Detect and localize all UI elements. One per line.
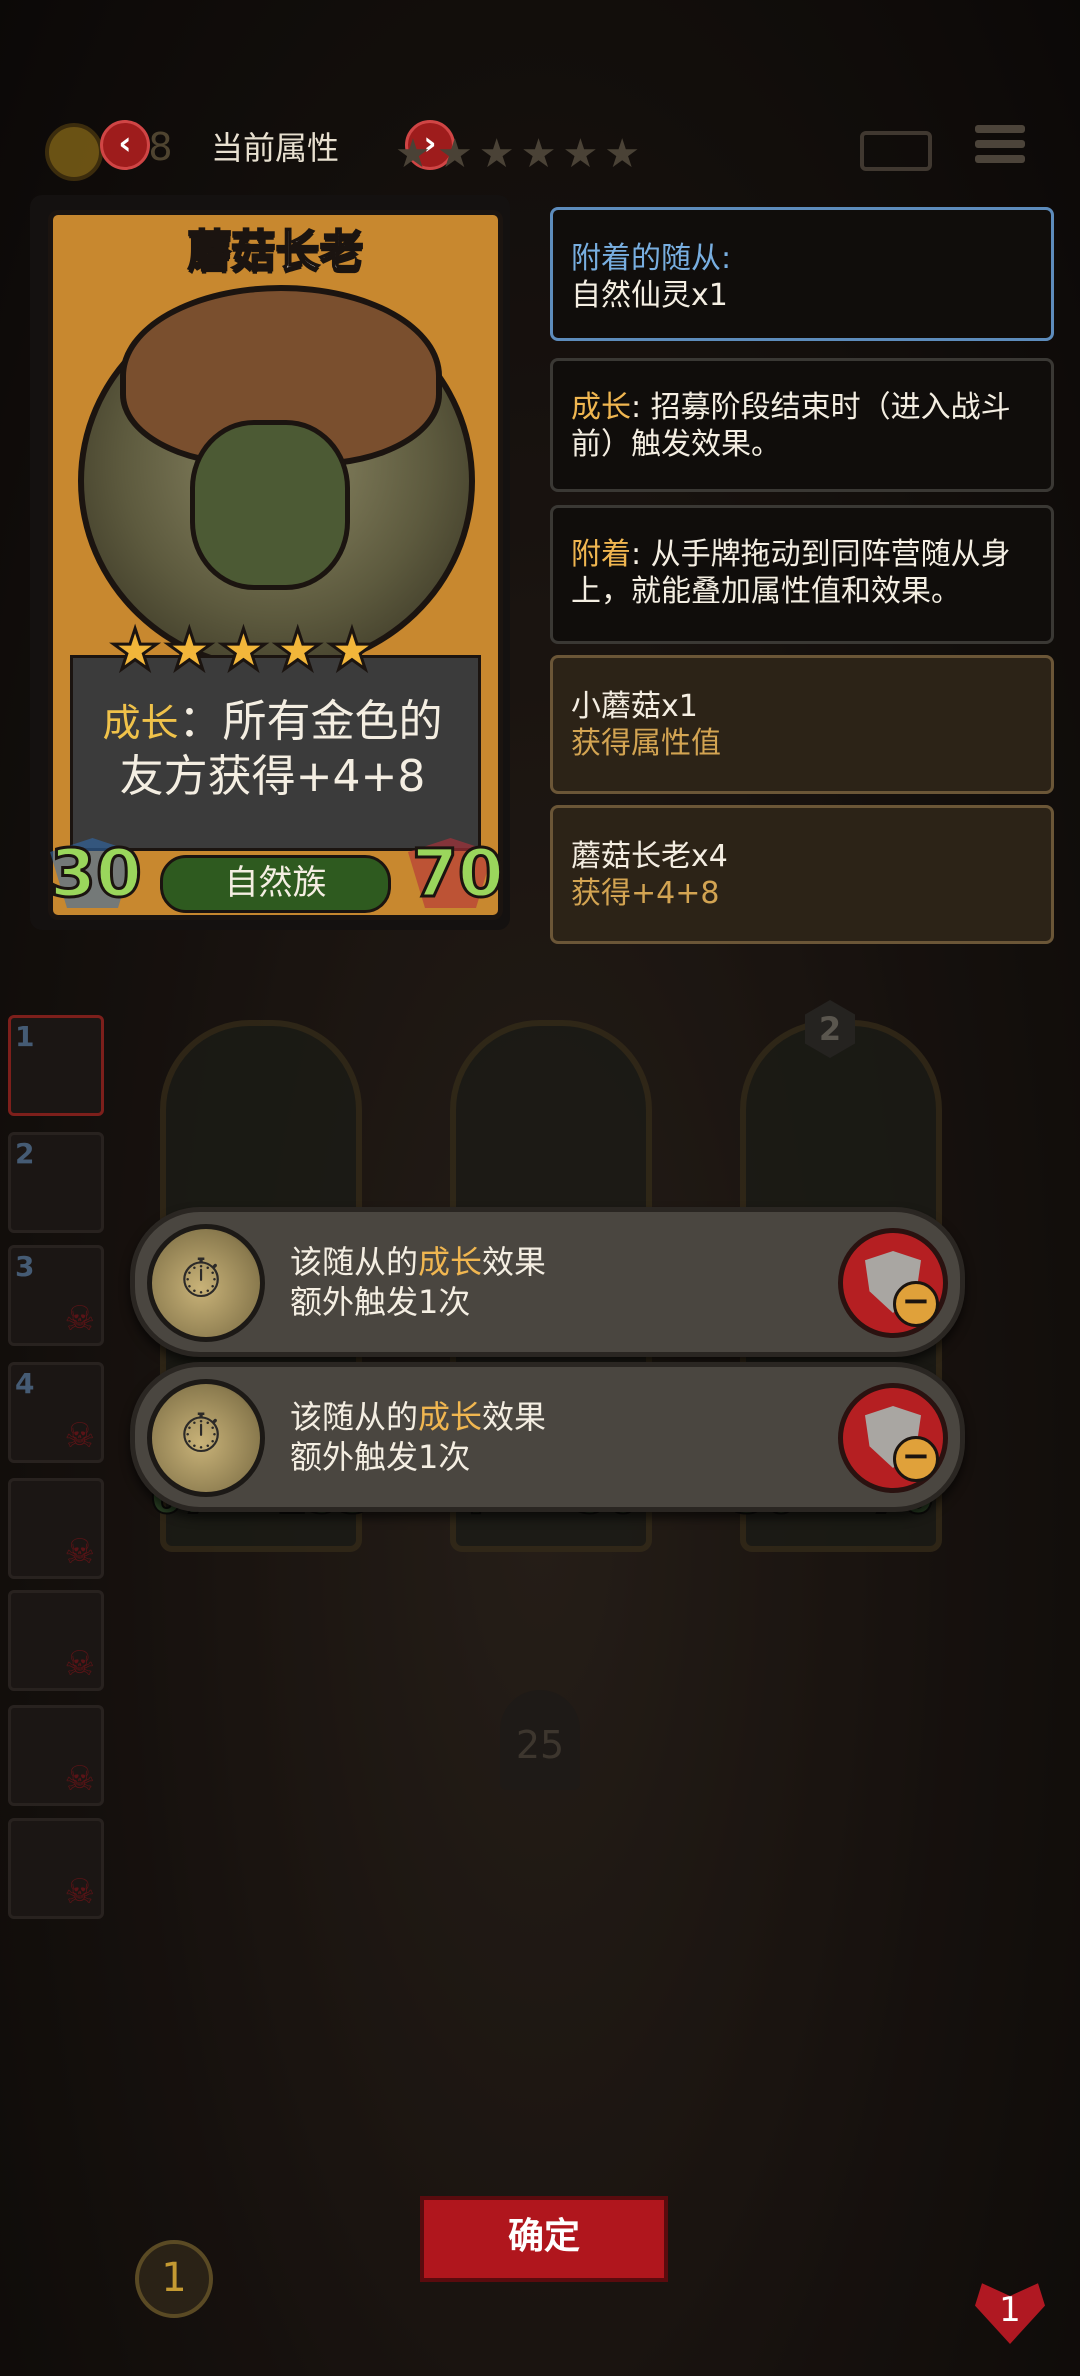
card-health: 70 — [411, 834, 506, 914]
remove-effect-button[interactable]: − — [838, 1383, 948, 1493]
effect-suffix: 效果 — [482, 1398, 547, 1436]
small-mushroom-effect: 获得属性值 — [571, 726, 721, 761]
attached-label: 附着的随从: — [571, 241, 732, 276]
top-hud: 818 ‹ 当前属性 › ★★★★★★ — [0, 95, 1080, 205]
effect-text: 该随从的成长效果 额外触发1次 — [290, 1242, 546, 1322]
attached-panel: 附着的随从: 自然仙灵x1 — [550, 207, 1054, 341]
ability-text: ：所有金色的 — [178, 696, 443, 747]
minus-icon: − — [893, 1436, 939, 1482]
hud-title: 当前属性 — [210, 129, 339, 167]
effect-bar-1[interactable]: ⏱ 该随从的成长效果 额外触发1次 − — [130, 1207, 965, 1357]
mushroom-face-art — [190, 420, 350, 590]
prev-button[interactable]: ‹ — [100, 120, 150, 170]
effect-line2: 额外触发1次 — [290, 1283, 471, 1321]
card-stars: ★★★★★ — [108, 617, 382, 685]
effect-suffix: 效果 — [482, 1243, 547, 1281]
card-attack: 30 — [49, 834, 144, 914]
effect-keyword: 成长 — [418, 1398, 483, 1436]
growth-keyword: 成长 — [571, 390, 631, 425]
small-mushroom-name: 小蘑菇x1 — [571, 689, 698, 724]
attach-keyword: 附着 — [571, 537, 631, 572]
card-ability-text: 成长：所有金色的 友方获得+4+8 — [80, 695, 465, 804]
elder-effect: 获得+4+8 — [571, 876, 720, 911]
gauntlet-clock-icon: ⏱ — [147, 1224, 265, 1342]
elder-name: 蘑菇长老x4 — [571, 839, 728, 874]
attach-rule-panel: 附着: 从手牌拖动到同阵营随从身上，就能叠加属性值和效果。 — [550, 505, 1054, 644]
effect-line2: 额外触发1次 — [290, 1438, 471, 1476]
tribe-label: 自然族 — [160, 855, 391, 913]
effect-keyword: 成长 — [418, 1243, 483, 1281]
growth-panel: 成长: 招募阶段结束时（进入战斗前）触发效果。 — [550, 358, 1054, 492]
minus-icon: − — [893, 1281, 939, 1327]
left-counter: 1 — [135, 2240, 213, 2318]
effect-bar-2[interactable]: ⏱ 该随从的成长效果 额外触发1次 − — [130, 1362, 965, 1512]
ability-text-line2: 友方获得+4+8 — [119, 751, 426, 802]
elder-panel: 蘑菇长老x4 获得+4+8 — [550, 805, 1054, 944]
growth-text: : 招募阶段结束时（进入战斗前）触发效果。 — [571, 390, 1011, 462]
gauntlet-clock-icon: ⏱ — [147, 1379, 265, 1497]
coin-icon — [45, 123, 103, 181]
menu-icon[interactable] — [975, 125, 1025, 171]
confirm-button[interactable]: 确定 — [420, 2196, 668, 2282]
card-name: 蘑菇长老 — [187, 225, 365, 278]
effect-text: 该随从的成长效果 额外触发1次 — [290, 1397, 546, 1477]
effect-prefix: 该随从的 — [290, 1398, 419, 1436]
small-mushroom-panel: 小蘑菇x1 获得属性值 — [550, 655, 1054, 794]
ability-keyword: 成长 — [102, 701, 179, 745]
effect-prefix: 该随从的 — [290, 1243, 419, 1281]
star-rating: ★★★★★★ — [395, 131, 647, 177]
remove-effect-button[interactable]: − — [838, 1228, 948, 1338]
attach-text: : 从手牌拖动到同阵营随从身上，就能叠加属性值和效果。 — [571, 537, 1011, 609]
battery-icon — [860, 131, 932, 171]
attached-value: 自然仙灵x1 — [571, 278, 728, 313]
